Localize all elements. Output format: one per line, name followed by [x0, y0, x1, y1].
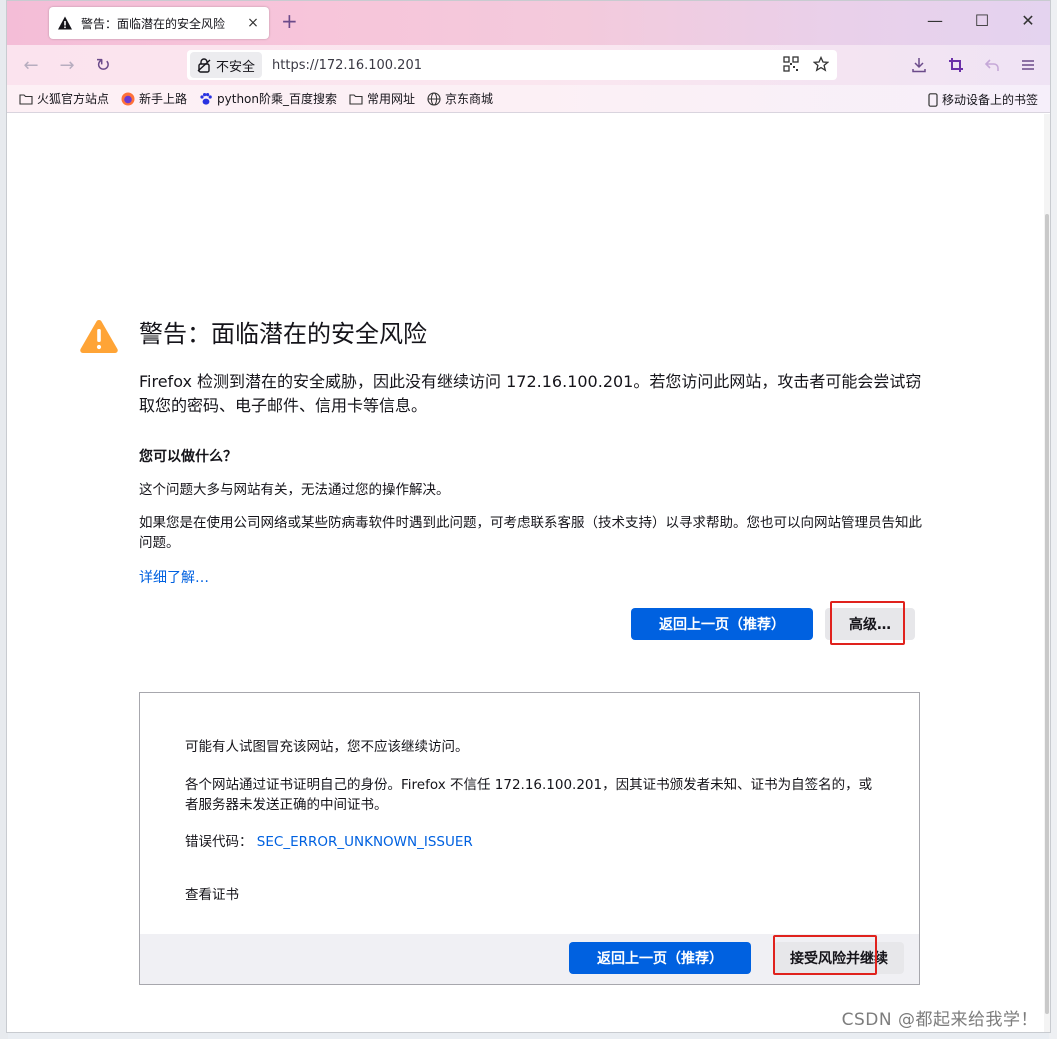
- paw-icon: [199, 92, 213, 106]
- maximize-button[interactable]: ☐: [972, 11, 992, 30]
- insecure-label: 不安全: [216, 59, 256, 75]
- error-code-line: 错误代码： SEC_ERROR_UNKNOWN_ISSUER: [185, 832, 885, 852]
- watermark: CSDN @都起来给我学！: [841, 1010, 1038, 1030]
- close-window-button[interactable]: ✕: [1018, 11, 1038, 30]
- insecure-indicator[interactable]: 不安全: [190, 52, 263, 78]
- folder-icon: [19, 92, 33, 106]
- warning-icon: [58, 16, 72, 30]
- go-back-button[interactable]: 返回上一页（推荐）: [631, 608, 813, 640]
- bookmark-label: python阶乘_百度搜索: [217, 92, 338, 106]
- mobile-bookmarks[interactable]: 移动设备上的书签: [928, 91, 1038, 108]
- error-code-link[interactable]: SEC_ERROR_UNKNOWN_ISSUER: [257, 834, 473, 850]
- broken-lock-icon: [197, 58, 211, 73]
- mobile-device-icon: [928, 92, 938, 107]
- bookmark-item[interactable]: 新手上路: [121, 90, 187, 107]
- menu-icon[interactable]: [1020, 57, 1036, 73]
- advanced-panel-footer: 返回上一页（推荐） 接受风险并继续: [140, 934, 919, 984]
- bookmark-item[interactable]: 常用网址: [349, 90, 415, 107]
- nav-bar: ← → ↻ 不安全 https://172.16.100.201: [7, 45, 1050, 85]
- new-tab-button[interactable]: +: [281, 11, 298, 31]
- warning-icon: [80, 320, 118, 353]
- go-back-button-secondary[interactable]: 返回上一页（推荐）: [569, 942, 751, 974]
- minimize-button[interactable]: —: [925, 11, 945, 30]
- advanced-button[interactable]: 高级…: [825, 608, 915, 640]
- advanced-panel: 可能有人试图冒充该网站，您不应该继续访问。 各个网站通过证书证明自己的身份。Fi…: [139, 692, 920, 985]
- learn-more-link[interactable]: 详细了解…: [139, 567, 209, 587]
- help-text: 如果您是在使用公司网络或某些防病毒软件时遇到此问题，可考虑联系客服（技术支持）以…: [139, 515, 922, 551]
- bookmark-item[interactable]: 火狐官方站点: [19, 90, 109, 107]
- explanation-text: 这个问题大多与网站有关，无法通过您的操作解决。: [139, 482, 450, 498]
- impersonation-warning: 可能有人试图冒充该网站，您不应该继续访问。: [185, 739, 469, 755]
- bookmark-item[interactable]: 京东商城: [427, 90, 493, 107]
- bookmark-label: 常用网址: [367, 92, 416, 106]
- error-code-label: 错误代码：: [185, 834, 253, 850]
- accept-risk-button[interactable]: 接受风险并继续: [774, 942, 904, 974]
- error-page: 警告：面临潜在的安全风险 Firefox 检测到潜在的安全威胁，因此没有继续访问…: [7, 114, 1050, 1032]
- intro-text: Firefox 检测到潜在的安全威胁，因此没有继续访问 172.16.100.2…: [139, 372, 922, 415]
- mobile-bookmarks-label: 移动设备上的书签: [941, 93, 1038, 107]
- folder-icon: [349, 92, 363, 106]
- bookmark-star-icon[interactable]: [813, 56, 829, 72]
- page-title: 警告：面临潜在的安全风险: [139, 320, 427, 348]
- bookmark-label: 火狐官方站点: [37, 92, 110, 106]
- reload-button[interactable]: ↻: [91, 53, 115, 77]
- title-bar: 警告：面临潜在的安全风险 × + — ☐ ✕: [7, 1, 1050, 45]
- firefox-icon: [121, 92, 135, 106]
- bookmark-label: 京东商城: [445, 92, 494, 106]
- scrollbar-thumb[interactable]: [1045, 214, 1049, 1014]
- view-certificate-link[interactable]: 查看证书: [185, 885, 239, 905]
- what-can-do-heading: 您可以做什么？: [139, 449, 237, 465]
- address-bar[interactable]: 不安全 https://172.16.100.201: [187, 50, 837, 80]
- bookmarks-toolbar: 火狐官方站点 新手上路 python阶乘_百度搜索 常用网址 京东商城 移动设备…: [7, 85, 1050, 113]
- globe-icon: [427, 91, 441, 106]
- back-button[interactable]: ←: [19, 53, 43, 77]
- url-text[interactable]: https://172.16.100.201: [272, 58, 422, 73]
- bookmark-item[interactable]: python阶乘_百度搜索: [199, 90, 337, 107]
- forward-button[interactable]: →: [55, 53, 79, 77]
- download-icon[interactable]: [911, 57, 927, 73]
- qr-code-icon[interactable]: [783, 56, 799, 72]
- tab-close-icon[interactable]: ×: [245, 15, 261, 31]
- screenshot-crop-icon[interactable]: [948, 57, 964, 73]
- bookmark-label: 新手上路: [139, 92, 188, 106]
- scrollbar[interactable]: [1044, 114, 1050, 1032]
- certificate-explanation: 各个网站通过证书证明自己的身份。Firefox 不信任 172.16.100.2…: [185, 777, 873, 813]
- tab-title: 警告：面临潜在的安全风险: [81, 16, 226, 31]
- browser-window: 警告：面临潜在的安全风险 × + — ☐ ✕ ← → ↻ 不安全 https:/…: [6, 0, 1051, 1033]
- undo-icon[interactable]: [984, 57, 1000, 73]
- active-tab[interactable]: 警告：面临潜在的安全风险 ×: [49, 7, 269, 39]
